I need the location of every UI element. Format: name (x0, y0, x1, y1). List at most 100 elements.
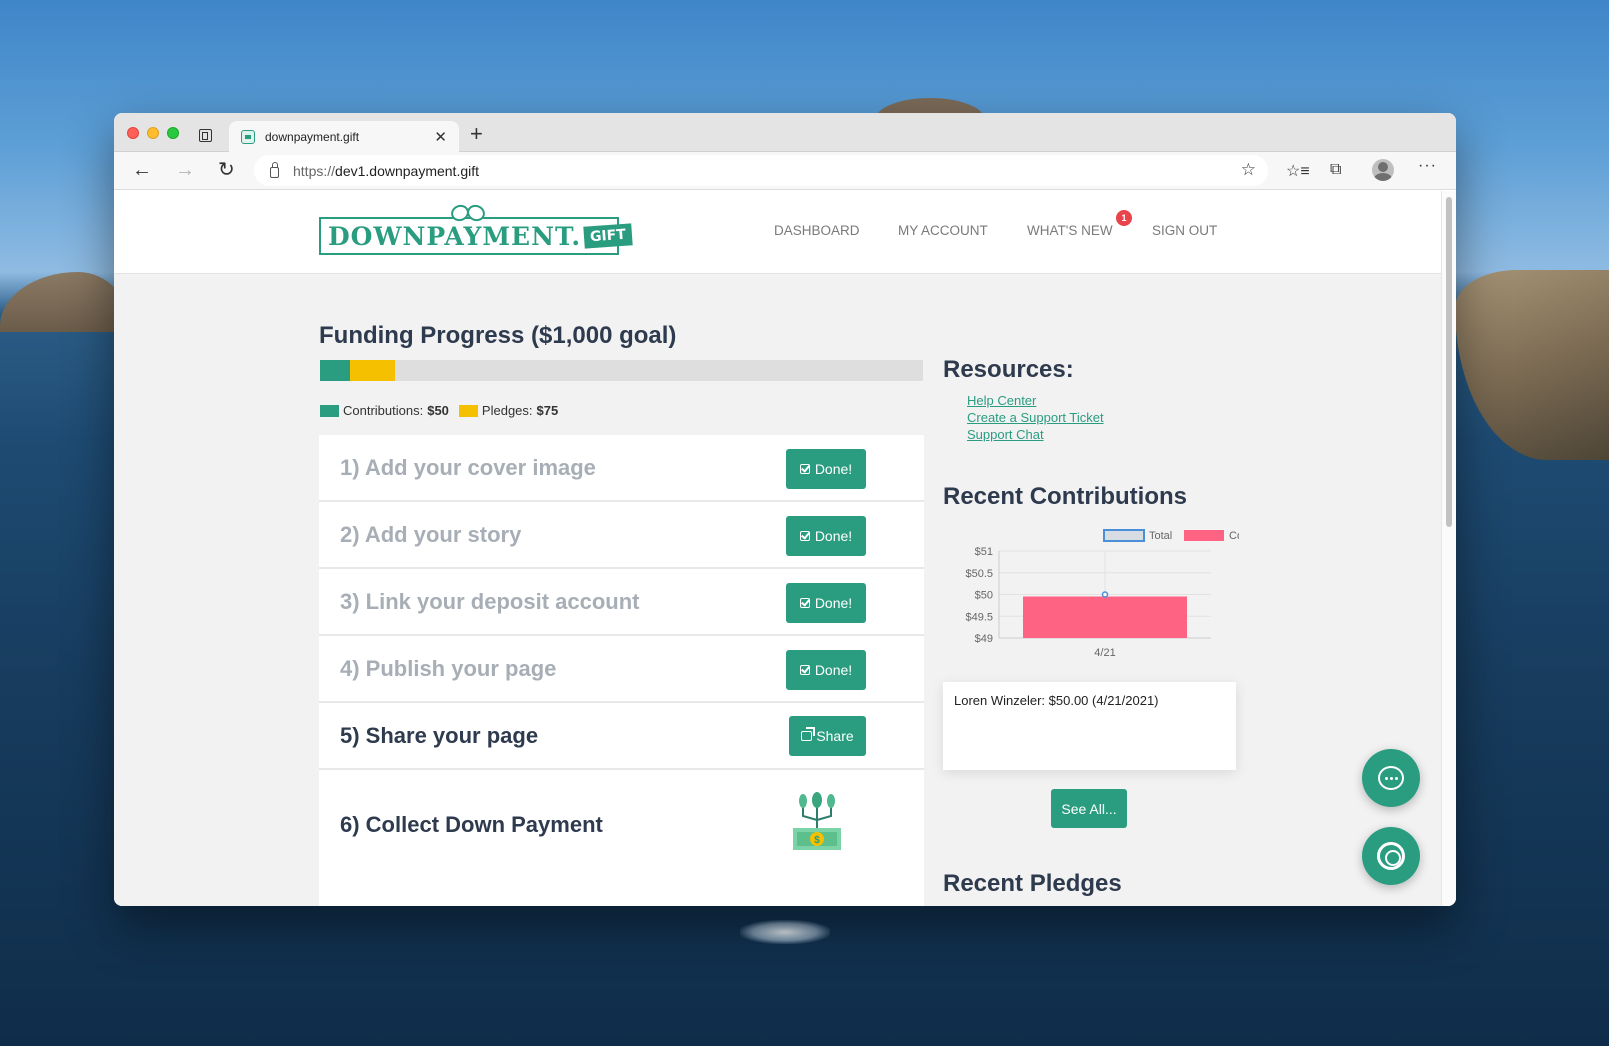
profile-avatar-icon[interactable] (1372, 159, 1394, 181)
done-button[interactable]: Done! (786, 650, 866, 690)
lock-icon[interactable] (270, 162, 279, 178)
setup-steps-list: 1) Add your cover image Done! 2) Add you… (319, 435, 924, 906)
total-point (1101, 591, 1109, 598)
page-viewport: DOWNPAYMENT. GIFT DASHBOARD MY ACCOUNT W… (114, 191, 1456, 906)
step-deposit-account: 3) Link your deposit account Done! (319, 569, 924, 636)
forward-arrow-icon[interactable]: → (175, 160, 195, 180)
x-tick-label: 4/21 (1094, 647, 1115, 659)
help-center-link[interactable]: Help Center (967, 392, 1104, 409)
new-tab-icon[interactable]: + (470, 121, 483, 147)
contributions-swatch (320, 404, 339, 417)
y-tick-label: $49 (975, 633, 993, 645)
url-input[interactable]: https://dev1.downpayment.gift ☆ (254, 155, 1268, 186)
button-label: Done! (814, 662, 853, 678)
button-label: Done! (814, 528, 853, 544)
done-button[interactable]: Done! (786, 449, 866, 489)
zoom-window-button[interactable] (167, 127, 179, 139)
contributions-label: Contributions: (343, 403, 424, 418)
chat-button[interactable] (1362, 749, 1420, 807)
collections-icon[interactable]: ⧉ (1330, 161, 1341, 179)
step-cover-image: 1) Add your cover image Done! (319, 435, 924, 502)
url-scheme: https:// (293, 162, 336, 179)
button-label: Done! (814, 595, 853, 611)
contributions-chart: Total Contribution $51 $50.5 $50 $49.5 $49 4/21 (965, 529, 1239, 659)
tab-title: downpayment.gift (265, 129, 360, 144)
pledges-label: Pledges: (481, 403, 533, 418)
browser-window: downpayment.gift ✕ + ← → ↻ https://dev1.… (114, 113, 1456, 906)
logo-badge: GIFT (583, 223, 633, 249)
share-button[interactable]: Share (789, 716, 866, 756)
step-publish: 4) Publish your page Done! (319, 636, 924, 703)
tab-actions-icon[interactable] (199, 129, 212, 142)
contributions-value: $50 (427, 403, 449, 418)
recent-pledges-title: Recent Pledges (943, 870, 1122, 897)
done-button[interactable]: Done! (786, 583, 866, 623)
done-button[interactable]: Done! (786, 516, 866, 556)
minimize-window-button[interactable] (147, 127, 159, 139)
see-all-button[interactable]: See All... (1051, 789, 1127, 828)
y-tick-label: $50.5 (965, 568, 993, 580)
close-window-button[interactable] (127, 127, 139, 139)
site-favicon-icon (241, 129, 255, 144)
step-share: 5) Share your page Share (319, 703, 924, 770)
legend-total-swatch (1103, 529, 1145, 542)
legend-total-label: Total (1149, 530, 1172, 542)
resources-title: Resources: (943, 356, 1074, 383)
close-tab-icon[interactable]: ✕ (434, 128, 447, 146)
reload-icon[interactable]: ↻ (218, 160, 235, 180)
y-tick-label: $51 (975, 546, 993, 558)
site-header: DOWNPAYMENT. GIFT DASHBOARD MY ACCOUNT W… (114, 191, 1441, 274)
step-label: 3) Link your deposit account (340, 588, 640, 614)
legend-contribution-label: Contribution (1229, 530, 1239, 542)
scrollbar-thumb[interactable] (1446, 197, 1452, 527)
background-rock (740, 920, 830, 944)
checkbox-icon (799, 598, 810, 608)
checkbox-icon (799, 531, 810, 541)
checkbox-icon (799, 665, 810, 675)
notification-badge: 1 (1116, 210, 1132, 226)
y-tick-label: $50 (975, 590, 993, 602)
funding-progress-bar (320, 360, 923, 381)
nav-sign-out[interactable]: SIGN OUT (1152, 223, 1217, 238)
back-arrow-icon[interactable]: ← (132, 160, 152, 180)
step-story: 2) Add your story Done! (319, 502, 924, 569)
lifebuoy-icon (1377, 842, 1405, 870)
window-controls (127, 127, 179, 139)
funding-progress-title: Funding Progress ($1,000 goal) (319, 322, 677, 349)
share-icon (801, 727, 816, 741)
add-favorite-icon[interactable]: ☆ (1241, 160, 1256, 180)
browser-tab[interactable]: downpayment.gift ✕ (229, 121, 459, 152)
scrollbar[interactable] (1441, 191, 1456, 906)
resources-links: Help Center Create a Support Ticket Supp… (967, 392, 1104, 443)
checkbox-icon (799, 464, 810, 474)
nav-whats-new[interactable]: WHAT'S NEW (1027, 223, 1113, 238)
step-collect: 6) Collect Down Payment $ (319, 770, 924, 880)
contribution-entry-text: Loren Winzeler: $50.00 (4/21/2021) (954, 693, 1159, 708)
contribution-entry: Loren Winzeler: $50.00 (4/21/2021) (943, 682, 1236, 770)
gift-bow-icon (449, 205, 485, 219)
url-host: dev1.downpayment.gift (335, 162, 480, 179)
money-tree-icon: $ (793, 792, 841, 850)
chat-bubble-icon (1378, 766, 1404, 790)
pledges-swatch (458, 404, 478, 417)
contributions-segment (320, 360, 351, 381)
support-chat-link[interactable]: Support Chat (967, 426, 1104, 443)
nav-my-account[interactable]: MY ACCOUNT (898, 223, 988, 238)
svg-text:$: $ (814, 835, 820, 846)
funding-legend: Contributions: $50 Pledges: $75 (320, 403, 568, 418)
nav-dashboard[interactable]: DASHBOARD (774, 223, 860, 238)
contribution-bar (1023, 596, 1187, 638)
logo-text: DOWNPAYMENT. (328, 221, 582, 251)
support-ticket-link[interactable]: Create a Support Ticket (967, 409, 1104, 426)
step-label: 2) Add your story (340, 521, 522, 547)
pledges-segment (350, 360, 396, 381)
help-button[interactable] (1362, 827, 1420, 885)
step-label: 5) Share your page (340, 722, 539, 748)
more-menu-icon[interactable]: ··· (1418, 157, 1437, 175)
site-logo[interactable]: DOWNPAYMENT. GIFT (319, 217, 633, 255)
button-label: Done! (814, 461, 853, 477)
step-label: 1) Add your cover image (340, 454, 596, 480)
y-tick-label: $49.5 (965, 611, 993, 623)
favorites-icon[interactable]: ☆≡ (1286, 161, 1310, 181)
tab-bar: downpayment.gift ✕ + (114, 113, 1456, 152)
